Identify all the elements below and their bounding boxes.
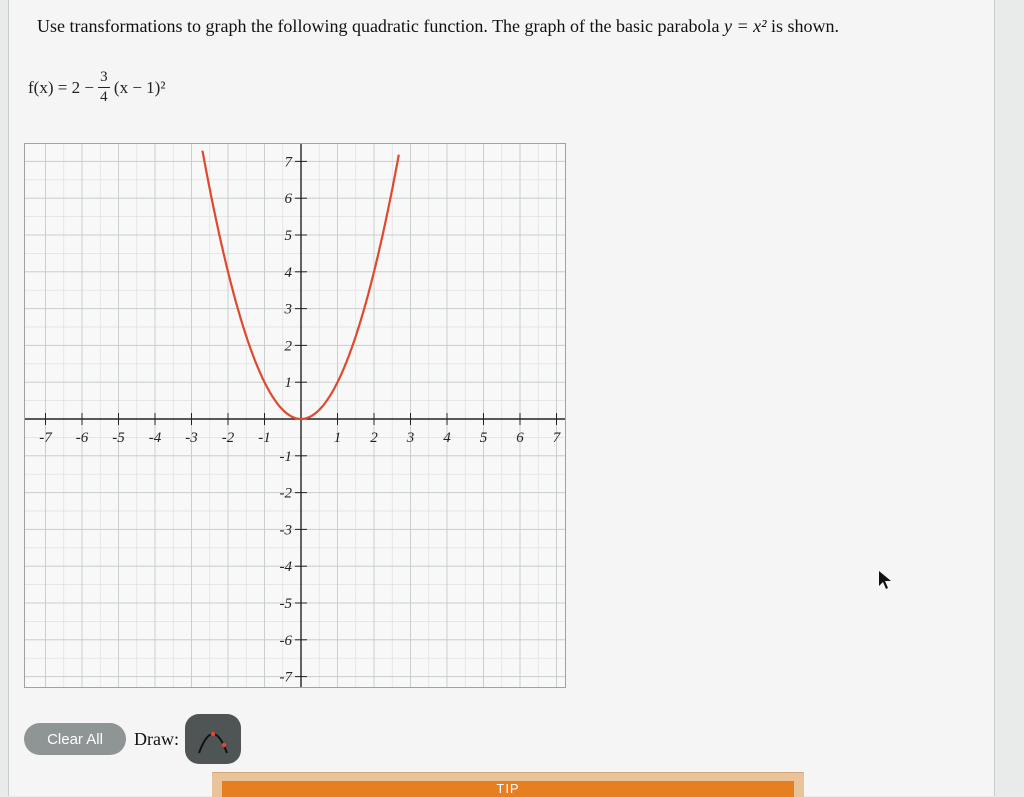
question-text-after: is shown. — [771, 16, 840, 36]
x-tick-label: 6 — [516, 430, 524, 446]
x-tick-label: -1 — [258, 430, 271, 446]
y-tick-label: 5 — [285, 228, 293, 244]
function-lhs: f(x) = 2 − — [28, 77, 94, 97]
fraction-denominator: 4 — [100, 89, 108, 105]
mouse-cursor-icon — [878, 570, 892, 594]
x-tick-label: -6 — [76, 430, 89, 446]
function-rhs: (x − 1)² — [113, 77, 166, 97]
tip-button[interactable]: TIP — [222, 781, 794, 797]
parabola-tool-icon — [198, 731, 228, 754]
function-definition: f(x) = 2 − 3 4 (x − 1)² — [28, 70, 165, 105]
y-tick-label: -2 — [280, 486, 293, 502]
tip-label: TIP — [496, 781, 520, 796]
y-tick-label: -6 — [280, 633, 293, 649]
y-tick-label: -4 — [280, 559, 293, 575]
x-tick-label: 3 — [406, 430, 415, 446]
y-tick-label: 3 — [284, 302, 293, 318]
y-tick-label: 4 — [285, 265, 293, 281]
y-tick-label: -7 — [280, 670, 294, 686]
fraction-bar — [97, 87, 110, 88]
tip-bar[interactable]: TIP — [212, 772, 804, 797]
draw-label: Draw: — [134, 728, 179, 749]
graph-svg[interactable]: -7 -6 -5 -4 -3 -2 -1 1 2 3 4 5 6 7 7 6 5 4 3 2 1 -1 -2 -3 -4 -5 -6… — [25, 144, 565, 687]
y-tick-label: -1 — [280, 449, 293, 465]
question-text: Use transformations to graph the followi… — [37, 16, 839, 37]
graph-canvas[interactable]: -7 -6 -5 -4 -3 -2 -1 1 2 3 4 5 6 7 7 6 5 4 3 2 1 -1 -2 -3 -4 -5 -6… — [24, 143, 566, 688]
y-tick-label: -3 — [280, 522, 293, 538]
fraction: 3 4 — [97, 69, 110, 105]
x-tick-label: -3 — [185, 430, 198, 446]
question-text-before: Use transformations to graph the followi… — [37, 16, 720, 36]
x-tick-label: -4 — [149, 430, 162, 446]
x-tick-label: 1 — [334, 430, 342, 446]
x-tick-label: 4 — [443, 430, 451, 446]
x-tick-label: -2 — [222, 430, 235, 446]
x-tick-label: -5 — [112, 430, 125, 446]
y-tick-label: 2 — [285, 338, 293, 354]
x-tick-label: 5 — [480, 430, 488, 446]
y-tick-label: 1 — [285, 375, 293, 391]
y-tick-label: 6 — [285, 191, 293, 207]
x-tick-label: 7 — [553, 430, 562, 446]
graph-controls: Clear All Draw: — [24, 714, 241, 764]
fraction-numerator: 3 — [100, 69, 108, 85]
y-tick-label: 7 — [285, 154, 294, 170]
y-tick-label: -5 — [280, 596, 293, 612]
x-tick-label: -7 — [39, 430, 53, 446]
basic-parabola-equation: y = x² — [723, 16, 767, 36]
x-tick-label: 2 — [370, 430, 378, 446]
parabola-tool-button[interactable] — [184, 714, 241, 764]
clear-all-button[interactable]: Clear All — [24, 723, 126, 755]
